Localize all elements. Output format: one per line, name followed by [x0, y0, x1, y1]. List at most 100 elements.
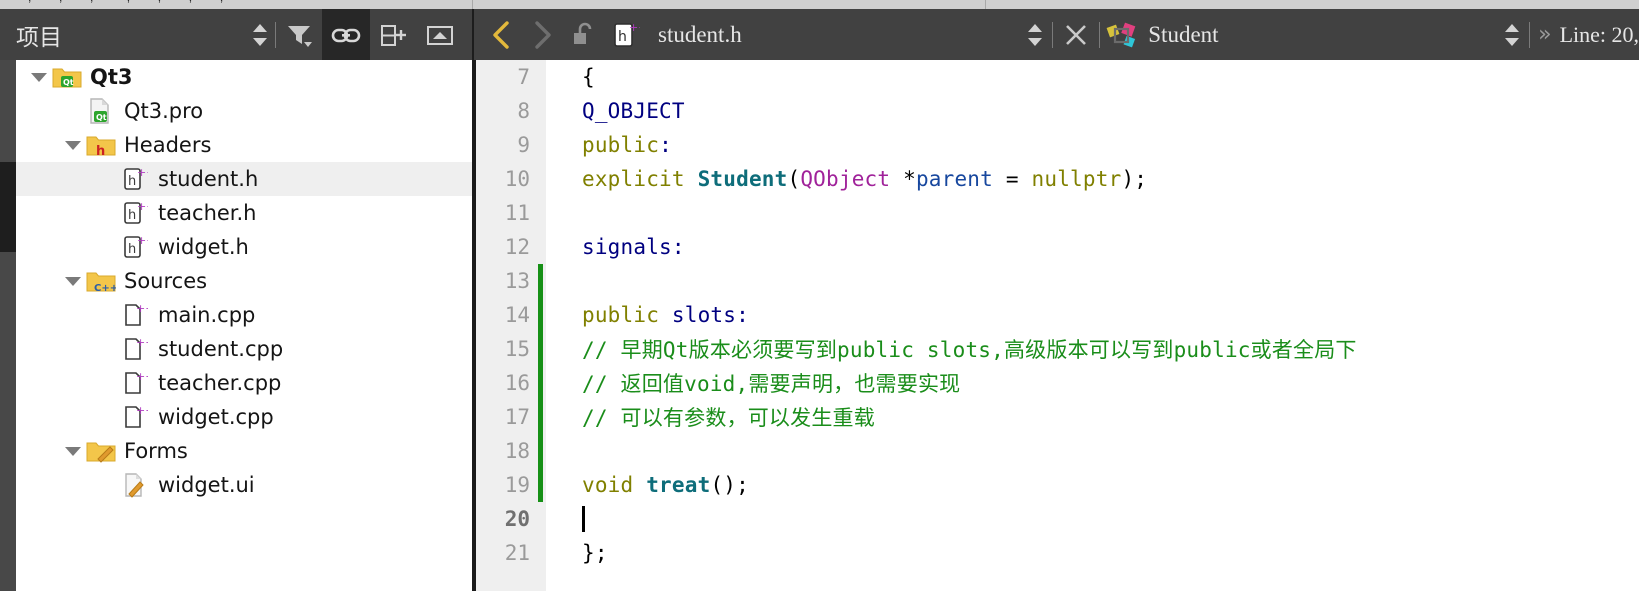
tree-item-label: Qt3: [90, 65, 133, 89]
code-line[interactable]: 7{: [476, 60, 1639, 94]
tree-item-label: student.cpp: [158, 337, 284, 361]
tree-item-student-h[interactable]: h++ student.h: [16, 162, 472, 196]
link-with-editor-icon[interactable]: [322, 9, 370, 60]
code-text[interactable]: public slots:: [543, 303, 749, 327]
collapse-icon[interactable]: [416, 9, 464, 60]
code-line[interactable]: 11: [476, 196, 1639, 230]
navigate-forward-icon[interactable]: [522, 9, 562, 60]
code-line[interactable]: 19 void treat();: [476, 468, 1639, 502]
cpp-source-file-icon: ++: [120, 336, 150, 361]
tree-item-label: widget.ui: [158, 473, 255, 497]
code-line[interactable]: 15 // 早期Qt版本必须要写到public slots,高级版本可以写到pu…: [476, 332, 1639, 366]
tree-item-label: teacher.cpp: [158, 371, 282, 395]
symbol-selector-spinner[interactable]: [1495, 9, 1529, 60]
tree-item-qt3-pro[interactable]: Qt Qt3.pro: [16, 94, 472, 128]
code-line[interactable]: 20: [476, 502, 1639, 536]
tree-item-qt3[interactable]: Qt Qt3: [16, 60, 472, 94]
code-text[interactable]: public:: [543, 133, 672, 157]
tree-item-teacher-cpp[interactable]: ++ teacher.cpp: [16, 366, 472, 400]
tree-item-headers[interactable]: h Headers: [16, 128, 472, 162]
code-text[interactable]: // 返回值void,需要声明，也需要实现: [543, 368, 960, 398]
code-editor[interactable]: 7{8 Q_OBJECT 9 public: 10 explicit Student(…: [476, 60, 1639, 591]
code-text[interactable]: explicit Student(QObject *parent = nullp…: [543, 167, 1147, 191]
unlocked-padlock-icon[interactable]: [562, 9, 604, 60]
code-text[interactable]: [543, 506, 585, 532]
code-line[interactable]: 13: [476, 264, 1639, 298]
svg-text:++: ++: [136, 302, 148, 315]
code-lines[interactable]: 7{8 Q_OBJECT 9 public: 10 explicit Student(…: [476, 60, 1639, 591]
line-number: 17: [504, 405, 530, 429]
tree-item-forms[interactable]: Forms: [16, 434, 472, 468]
line-number: 7: [517, 65, 530, 89]
close-document-icon[interactable]: [1053, 9, 1099, 60]
forms-folder-icon: [86, 439, 116, 463]
code-token: void: [582, 473, 647, 497]
tree-item-sources[interactable]: C++ Sources: [16, 264, 472, 298]
filter-icon[interactable]: [276, 9, 322, 60]
top-toolbar: 项目 h + student.h Student » Line: 20,: [0, 9, 1639, 60]
project-selector-label[interactable]: 项目: [16, 18, 62, 52]
code-line[interactable]: 12 signals:: [476, 230, 1639, 264]
tree-item-label: teacher.h: [158, 201, 257, 225]
change-marker: [538, 434, 543, 468]
tree-item-widget-ui[interactable]: widget.ui: [16, 468, 472, 502]
code-text[interactable]: {: [543, 65, 595, 89]
code-text[interactable]: signals:: [543, 235, 685, 259]
code-text[interactable]: // 早期Qt版本必须要写到public slots,高级版本可以写到publi…: [543, 334, 1357, 364]
change-marker: [538, 196, 543, 230]
cpp-header-file-icon: h ++: [604, 9, 648, 60]
change-marker: [538, 264, 543, 298]
tree-item-label: widget.cpp: [158, 405, 274, 429]
symbol-name[interactable]: Student: [1148, 22, 1218, 48]
chevron-down-icon[interactable]: [60, 128, 86, 162]
code-token: ();: [710, 473, 749, 497]
project-tree[interactable]: QtQt3QtQt3.prohHeadersh++student.hh++tea…: [16, 60, 472, 591]
editor-toolbar: h ++ student.h: [472, 9, 1639, 60]
code-text[interactable]: void treat();: [543, 473, 749, 497]
tree-item-student-cpp[interactable]: ++ student.cpp: [16, 332, 472, 366]
tree-item-widget-cpp[interactable]: ++ widget.cpp: [16, 400, 472, 434]
line-number: 10: [504, 167, 530, 191]
code-line[interactable]: 14 public slots:: [476, 298, 1639, 332]
navigation-scrollbar[interactable]: [0, 60, 16, 591]
code-line[interactable]: 17 // 可以有参数，可以发生重载: [476, 400, 1639, 434]
scrollbar-thumb[interactable]: [0, 162, 16, 252]
svg-text:Qt: Qt: [63, 78, 74, 87]
line-number: 21: [504, 541, 530, 565]
code-token: public: [582, 303, 660, 327]
line-number: 20: [504, 507, 530, 531]
code-line[interactable]: 8 Q_OBJECT: [476, 94, 1639, 128]
overflow-chevrons-icon[interactable]: »: [1538, 22, 1551, 47]
project-selector-spinner[interactable]: [245, 9, 275, 60]
chevron-down-icon[interactable]: [60, 264, 86, 298]
code-line[interactable]: 9 public:: [476, 128, 1639, 162]
tree-item-widget-h[interactable]: h++ widget.h: [16, 230, 472, 264]
tree-item-main-cpp[interactable]: ++ main.cpp: [16, 298, 472, 332]
sources-folder-icon: C++: [86, 269, 116, 293]
tree-item-teacher-h[interactable]: h++ teacher.h: [16, 196, 472, 230]
svg-text:++: ++: [629, 21, 640, 34]
open-file-name[interactable]: student.h: [658, 22, 742, 48]
document-selector-spinner[interactable]: [1018, 9, 1052, 60]
code-line[interactable]: 16 // 返回值void,需要声明，也需要实现: [476, 366, 1639, 400]
tree-item-label: widget.h: [158, 235, 249, 259]
code-line[interactable]: 21};: [476, 536, 1639, 570]
navigate-back-icon[interactable]: [482, 9, 522, 60]
chevron-down-icon[interactable]: [60, 434, 86, 468]
chevron-down-icon[interactable]: [26, 60, 52, 94]
code-line[interactable]: 18: [476, 434, 1639, 468]
code-token: );: [1121, 167, 1148, 191]
code-text[interactable]: Q_OBJECT: [543, 99, 685, 123]
code-line[interactable]: 10 explicit Student(QObject *parent = nu…: [476, 162, 1639, 196]
code-text[interactable]: };: [543, 541, 608, 565]
qt-project-folder-icon: Qt: [52, 65, 82, 89]
line-number: 19: [504, 473, 530, 497]
headers-folder-icon: h: [86, 133, 116, 157]
code-text[interactable]: // 可以有参数，可以发生重载: [543, 402, 875, 432]
split-add-icon[interactable]: [370, 9, 416, 60]
code-token: // 可以有参数，可以发生重载: [582, 406, 875, 430]
